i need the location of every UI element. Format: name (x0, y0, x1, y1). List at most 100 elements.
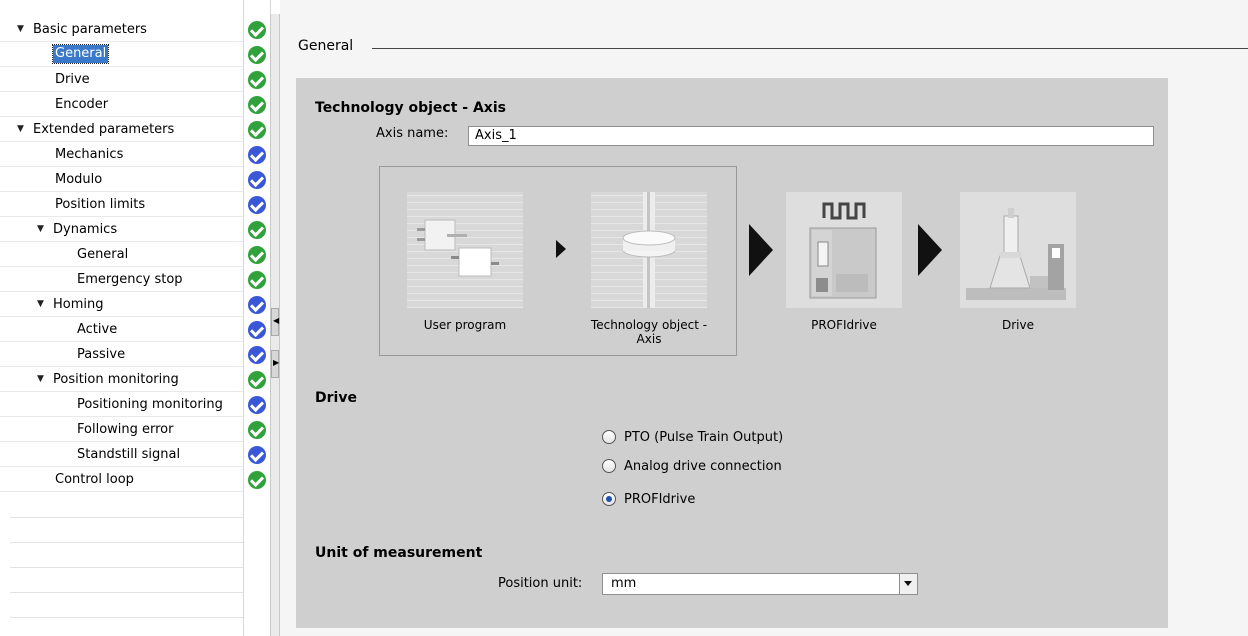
tree-item-label: Passive (77, 347, 126, 362)
axis-name-label: Axis name: (376, 126, 449, 141)
tree-item-label: Control loop (55, 472, 134, 487)
axis-name-input[interactable]: Axis_1 (468, 126, 1154, 146)
tree-empty-row (10, 542, 268, 543)
tree-item-label: General (77, 247, 129, 262)
check-circle-icon (248, 396, 266, 414)
triangle-down-icon[interactable]: ▼ (17, 117, 24, 142)
tree-empty-row (10, 567, 268, 568)
tree-empty-row (10, 592, 268, 593)
tree-item-label: Basic parameters (33, 22, 147, 37)
check-circle-icon (248, 246, 266, 264)
check-circle-icon (248, 421, 266, 439)
tree-item-standstill-signal[interactable]: Standstill signal (0, 442, 243, 467)
tree-item-label: Dynamics (53, 222, 118, 237)
tree-item-label: Standstill signal (77, 447, 181, 462)
check-circle-icon (248, 21, 266, 39)
pane-splitter[interactable]: ◀ ▶ (270, 14, 280, 636)
tree-item-label: Following error (77, 422, 174, 437)
settings-panel: Technology object - Axis Axis name: Axis… (296, 78, 1168, 628)
tree-item-emergency-stop[interactable]: Emergency stop (0, 267, 243, 292)
check-circle-icon (248, 471, 266, 489)
tree-item-dynamics[interactable]: ▼ Dynamics (0, 217, 243, 242)
technology-object-caption-line1: Technology object - (590, 318, 708, 332)
tree-item-label: Mechanics (55, 147, 124, 162)
status-column (243, 0, 271, 636)
tree-item-dynamics-general[interactable]: General (0, 242, 243, 267)
section-divider (372, 48, 1248, 49)
radio-pto-label: PTO (Pulse Train Output) (624, 430, 784, 445)
parameter-tree: ▼ Basic parameters General Drive Encoder… (0, 0, 268, 636)
dropdown-arrow-icon[interactable] (899, 574, 917, 594)
position-unit-value: mm (611, 576, 637, 591)
tree-item-label: Active (77, 322, 118, 337)
triangle-down-icon[interactable]: ▼ (37, 292, 44, 317)
tree-item-modulo[interactable]: Modulo (0, 167, 243, 192)
check-circle-icon (248, 221, 266, 239)
tree-item-label: Position monitoring (53, 372, 179, 387)
tree-item-active[interactable]: Active (0, 317, 243, 342)
technology-object-heading: Technology object - Axis (315, 100, 506, 116)
tree-item-following-error[interactable]: Following error (0, 417, 243, 442)
tree-item-label: Position limits (55, 197, 146, 212)
position-unit-label: Position unit: (498, 576, 583, 591)
radio-button-icon[interactable] (602, 430, 616, 444)
expand-right-button[interactable]: ▶ (271, 350, 279, 378)
content-area: General Technology object - Axis Axis na… (280, 0, 1248, 636)
triangle-down-icon[interactable]: ▼ (37, 217, 44, 242)
triangle-down-icon[interactable]: ▼ (17, 17, 24, 42)
tree-item-homing[interactable]: ▼ Homing (0, 292, 243, 317)
tree-item-label: Extended parameters (33, 122, 175, 137)
tree-item-label: Positioning monitoring (77, 397, 223, 412)
tree-item-mechanics[interactable]: Mechanics (0, 142, 243, 167)
check-circle-icon (248, 196, 266, 214)
chevron-left-icon: ◀ (273, 316, 280, 325)
check-circle-icon (248, 371, 266, 389)
tree-item-basic-parameters[interactable]: ▼ Basic parameters (0, 17, 243, 42)
chevron-right-icon: ▶ (273, 358, 280, 367)
check-circle-icon (248, 46, 266, 64)
tree-empty-row (10, 517, 268, 518)
tree-item-passive[interactable]: Passive (0, 342, 243, 367)
tree-item-control-loop[interactable]: Control loop (0, 467, 243, 492)
collapse-left-button[interactable]: ◀ (271, 308, 279, 336)
drive-caption: Drive (1002, 318, 1034, 332)
profidrive-image (786, 192, 902, 308)
arrow-right-icon (556, 240, 566, 258)
user-program-image (407, 192, 523, 308)
tree-item-positioning-monitoring[interactable]: Positioning monitoring (0, 392, 243, 417)
unit-heading: Unit of measurement (315, 545, 483, 561)
tree-item-general[interactable]: General (0, 42, 243, 67)
tree-empty-row (10, 617, 268, 618)
check-circle-icon (248, 446, 266, 464)
arrow-right-icon (749, 224, 773, 276)
radio-profidrive-label: PROFIdrive (624, 492, 696, 507)
technology-object-caption-line2: Axis (636, 332, 662, 346)
check-circle-icon (248, 346, 266, 364)
check-circle-icon (248, 71, 266, 89)
tree-item-extended-parameters[interactable]: ▼ Extended parameters (0, 117, 243, 142)
tree-item-label: General (51, 44, 110, 64)
radio-analog-drive-label: Analog drive connection (624, 459, 782, 474)
position-unit-select[interactable]: mm (602, 573, 918, 595)
tree-item-label: Drive (55, 72, 90, 87)
tree-item-drive[interactable]: Drive (0, 67, 243, 92)
check-circle-icon (248, 321, 266, 339)
tree-item-label: Emergency stop (77, 272, 183, 287)
section-title: General (298, 38, 354, 54)
tree-item-label: Modulo (55, 172, 103, 187)
tree-item-position-monitoring[interactable]: ▼ Position monitoring (0, 367, 243, 392)
tree-item-position-limits[interactable]: Position limits (0, 192, 243, 217)
check-circle-icon (248, 171, 266, 189)
profidrive-caption: PROFIdrive (811, 318, 877, 332)
check-circle-icon (248, 271, 266, 289)
technology-object-image (591, 192, 707, 308)
tree-item-encoder[interactable]: Encoder (0, 92, 243, 117)
arrow-right-icon (918, 224, 942, 276)
radio-button-icon[interactable] (602, 459, 616, 473)
check-circle-icon (248, 296, 266, 314)
user-program-caption: User program (423, 318, 507, 332)
check-circle-icon (248, 96, 266, 114)
triangle-down-icon[interactable]: ▼ (37, 367, 44, 392)
radio-button-selected-icon[interactable] (602, 492, 616, 506)
drive-heading: Drive (315, 390, 357, 406)
